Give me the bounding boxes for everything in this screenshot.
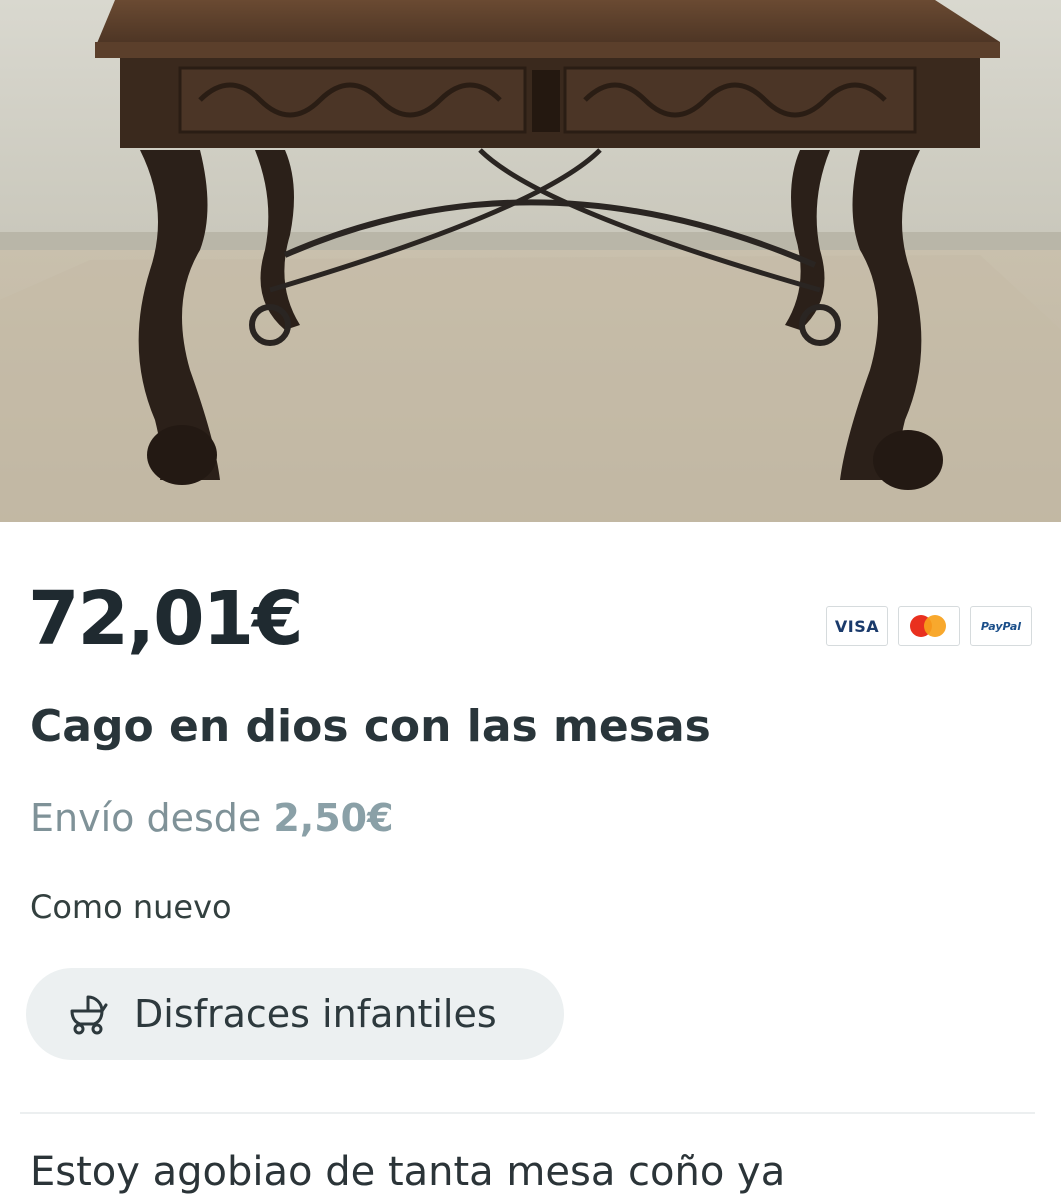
visa-logo: VISA [826,606,888,646]
product-photo[interactable] [0,0,1061,522]
paypal-logo: PayPal [970,606,1032,646]
visa-label: VISA [834,616,880,636]
category-chip[interactable]: Disfraces infantiles [26,968,564,1060]
price: 72,01€ [28,576,304,662]
divider [20,1112,1035,1114]
listing-title: Cago en dios con las mesas [30,701,711,752]
payment-methods: VISA PayPal [826,606,1032,646]
baby-stroller-icon [70,995,108,1035]
category-label: Disfraces infantiles [134,992,497,1036]
shipping-info: Envío desde 2,50€ [30,796,394,842]
mastercard-logo [898,606,960,646]
shipping-price: 2,50€ [273,796,394,840]
condition-label: Como nuevo [30,888,232,926]
desk-photo-illustration [0,0,1061,522]
paypal-label: PayPal [980,619,1022,633]
listing-description: Estoy agobiao de tanta mesa coño ya [30,1149,786,1195]
shipping-prefix: Envío desde [30,796,262,840]
